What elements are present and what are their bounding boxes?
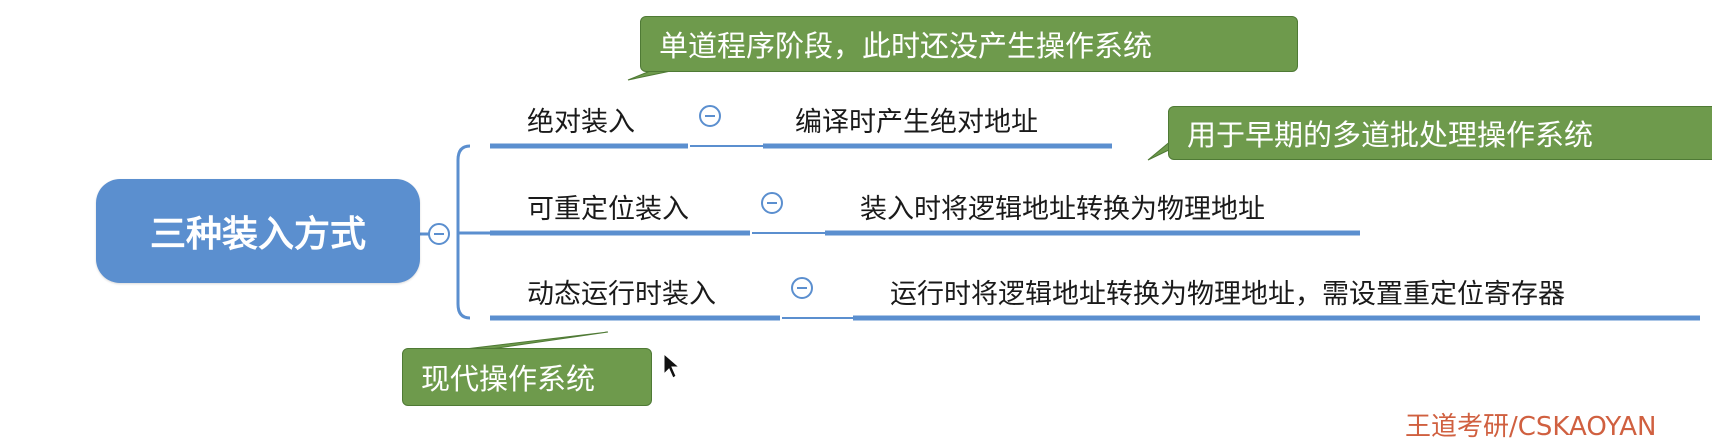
callout-text: 用于早期的多道批处理操作系统	[1187, 118, 1594, 152]
root-collapse-button[interactable]	[428, 223, 450, 245]
watermark-text: 王道考研/CSKAOYAN	[1405, 412, 1657, 442]
root-label: 三种装入方式	[149, 214, 366, 255]
branch-label[interactable]: 绝对装入	[527, 100, 635, 139]
branch-detail[interactable]: 装入时将逻辑地址转换为物理地址	[860, 187, 1265, 226]
callout-text: 现代操作系统	[421, 362, 596, 396]
branch-detail[interactable]: 编译时产生绝对地址	[795, 100, 1038, 139]
callout-note[interactable]: 现代操作系统	[402, 348, 652, 406]
branch-label[interactable]: 可重定位装入	[527, 187, 689, 226]
mouse-cursor-icon	[663, 352, 681, 379]
root-node[interactable]: 三种装入方式	[96, 179, 420, 283]
branch-detail[interactable]: 运行时将逻辑地址转换为物理地址，需设置重定位寄存器	[890, 272, 1565, 311]
branch-collapse-button[interactable]	[699, 105, 721, 127]
branch-label[interactable]: 动态运行时装入	[527, 272, 716, 311]
callout-note[interactable]: 用于早期的多道批处理操作系统	[1168, 106, 1712, 160]
branch-collapse-button[interactable]	[761, 192, 783, 214]
branch-collapse-button[interactable]	[791, 277, 813, 299]
callout-note[interactable]: 单道程序阶段，此时还没产生操作系统	[640, 16, 1298, 72]
callout-text: 单道程序阶段，此时还没产生操作系统	[659, 29, 1153, 63]
